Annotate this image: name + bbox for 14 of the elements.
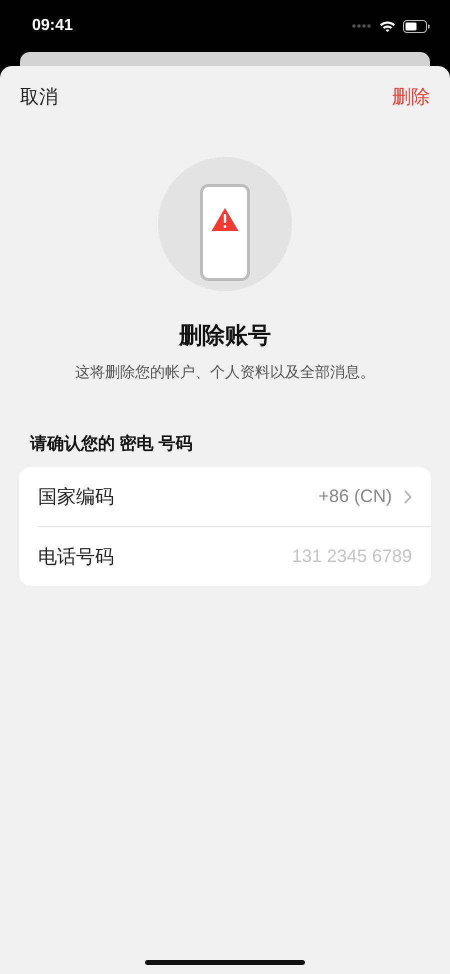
status-time: 09:41: [32, 17, 73, 35]
row-label: 国家编码: [38, 486, 114, 510]
description-text: 这将删除您的帐户、个人资料以及全部消息。: [75, 363, 375, 382]
country-code-picker[interactable]: +86 (CN): [318, 486, 412, 507]
delete-button[interactable]: 删除: [392, 84, 430, 110]
wifi-icon: [379, 20, 396, 32]
chevron-icon: [404, 490, 412, 504]
section-heading: 请确认您的 密电 号码: [30, 433, 194, 455]
page-title: 删除账号: [179, 321, 271, 350]
battery-icon: [403, 20, 430, 32]
signal-icon: [352, 24, 372, 28]
phone-number-field[interactable]: 131 2345 6789: [242, 546, 412, 567]
row-label: 电话号码: [38, 546, 114, 570]
cancel-button[interactable]: 取消: [20, 84, 58, 110]
